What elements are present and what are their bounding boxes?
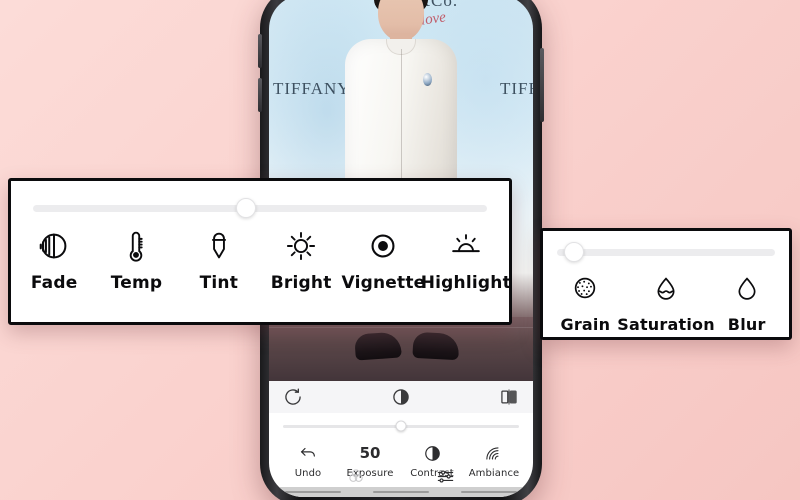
slider-track bbox=[557, 242, 775, 262]
lapel-pin bbox=[423, 73, 432, 86]
screenshot-root: ANY&Co. love TIFFANY& TIFFA bbox=[0, 0, 800, 500]
panel-left-tool-list: Fade Temp Tint Bright Vignette Highlight bbox=[11, 225, 509, 293]
blur-drop-icon bbox=[730, 267, 764, 309]
tool-bright[interactable]: Bright bbox=[260, 225, 342, 293]
tool-highlight[interactable]: Highlight bbox=[421, 225, 509, 293]
panel-right-tool-list: Grain Saturation Blur bbox=[543, 267, 789, 334]
slider-thumb[interactable] bbox=[236, 198, 257, 218]
tool-blur[interactable]: Blur bbox=[706, 267, 787, 334]
editor-bottom-nav bbox=[269, 463, 533, 489]
tool-grain[interactable]: Grain bbox=[545, 267, 626, 334]
fade-icon bbox=[35, 225, 73, 267]
reset-icon[interactable] bbox=[283, 387, 303, 407]
vignette-icon bbox=[364, 225, 402, 267]
slider-thumb[interactable] bbox=[395, 420, 407, 432]
slider-thumb[interactable] bbox=[564, 242, 585, 262]
tool-saturation[interactable]: Saturation bbox=[617, 267, 715, 334]
venn-circles-icon[interactable] bbox=[347, 467, 365, 485]
editor-value-slider[interactable] bbox=[283, 413, 519, 439]
slider-track bbox=[33, 198, 487, 218]
contrast-icon[interactable] bbox=[391, 387, 411, 407]
volume-down-button[interactable] bbox=[258, 78, 262, 112]
sliders-icon[interactable] bbox=[436, 467, 455, 486]
tool-label: Blur bbox=[727, 315, 766, 334]
sun-icon bbox=[282, 225, 320, 267]
power-button[interactable] bbox=[540, 48, 544, 122]
tool-label: Tint bbox=[199, 273, 239, 293]
backdrop-wordmark-right: TIFFA bbox=[500, 79, 533, 98]
saturation-drop-icon bbox=[649, 267, 683, 309]
home-indicator-segment bbox=[285, 491, 341, 493]
grain-icon bbox=[568, 267, 602, 309]
slider-track bbox=[283, 420, 519, 432]
tool-label: Bright bbox=[270, 273, 332, 293]
thermometer-icon bbox=[117, 225, 155, 267]
panel-right-slider[interactable] bbox=[557, 242, 775, 262]
tool-label: Temp bbox=[110, 273, 163, 293]
panel-left-slider[interactable] bbox=[33, 198, 487, 218]
tool-label: Highlight bbox=[420, 273, 511, 293]
tool-label: Fade bbox=[30, 273, 78, 293]
jacket-lapel-line bbox=[401, 49, 402, 199]
tool-vignette[interactable]: Vignette bbox=[341, 225, 426, 293]
adjust-panel-left: Fade Temp Tint Bright Vignette Highlight bbox=[8, 178, 512, 325]
backdrop-script-word: love bbox=[419, 9, 447, 29]
exposure-value: 50 bbox=[359, 444, 381, 462]
undo-arrow-icon bbox=[299, 441, 317, 465]
tool-label: Grain bbox=[560, 315, 611, 334]
home-indicator-segment bbox=[373, 491, 429, 493]
ambiance-icon bbox=[484, 441, 504, 465]
volume-up-button[interactable] bbox=[258, 34, 262, 68]
home-indicator-segment bbox=[461, 491, 517, 493]
sunrise-icon bbox=[447, 225, 485, 267]
compare-icon[interactable] bbox=[499, 387, 519, 407]
editor-toolbar: Undo 50 Exposure Contrast Ambiance bbox=[269, 381, 533, 497]
tool-fade[interactable]: Fade bbox=[13, 225, 95, 293]
tool-temp[interactable]: Temp bbox=[95, 225, 177, 293]
eyedropper-icon bbox=[200, 225, 238, 267]
adjust-panel-right: Grain Saturation Blur bbox=[540, 228, 792, 340]
contrast-icon bbox=[423, 441, 442, 465]
editor-top-bar bbox=[269, 381, 533, 413]
home-indicator-bar bbox=[269, 487, 533, 497]
tool-label: Vignette bbox=[341, 273, 426, 293]
tool-tint[interactable]: Tint bbox=[178, 225, 260, 293]
tool-label: Saturation bbox=[617, 315, 715, 334]
